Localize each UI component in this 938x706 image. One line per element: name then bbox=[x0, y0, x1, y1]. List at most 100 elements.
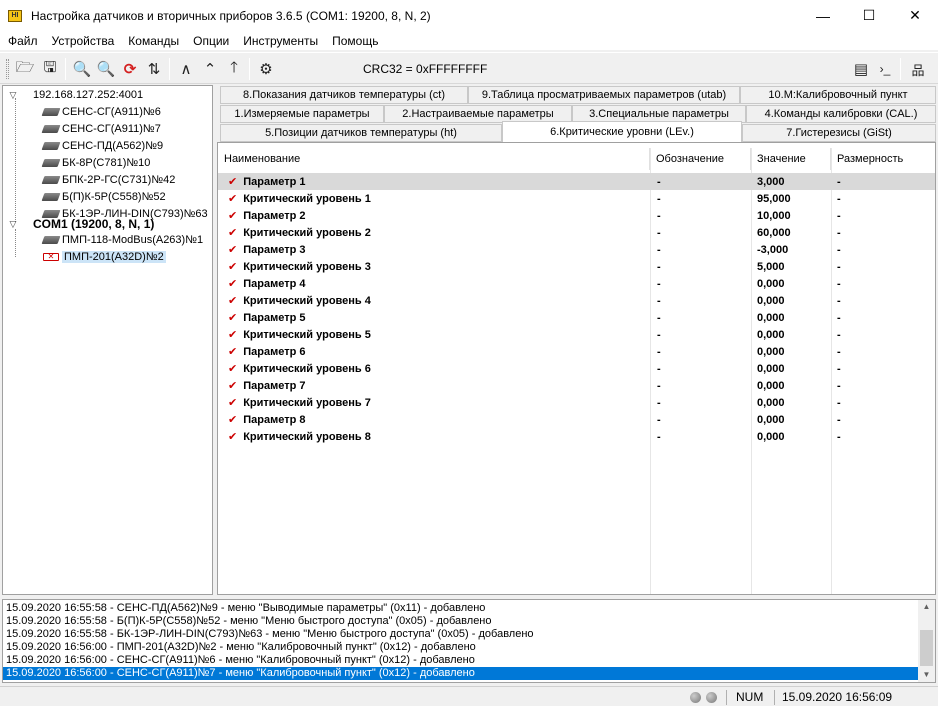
cell-value[interactable]: -3,000 bbox=[757, 241, 788, 258]
table-row[interactable]: ✔ Критический уровень 1 - 95,000 - bbox=[218, 190, 935, 207]
title-bar: HI Настройка датчиков и вторичных прибор… bbox=[0, 0, 938, 31]
column-header-unit[interactable]: Размерность bbox=[831, 148, 935, 170]
cell-value[interactable]: 60,000 bbox=[757, 224, 791, 241]
menu-devices[interactable]: Устройства bbox=[45, 34, 122, 48]
log-line[interactable]: 15.09.2020 16:56:00 - ПМП-201(А32D)№2 - … bbox=[3, 641, 918, 654]
scroll-down-icon[interactable]: ▼ bbox=[918, 668, 935, 682]
tree-node-ip[interactable]: ▽ 192.168.127.252:4001 bbox=[7, 87, 144, 103]
tab-calibration-commands[interactable]: 4.Команды калибровки (CAL.) bbox=[746, 105, 936, 123]
cell-value[interactable]: 3,000 bbox=[757, 173, 785, 190]
arrow-up-icon[interactable]: 🡑 bbox=[224, 59, 244, 79]
table-row[interactable]: ✔ Параметр 2 - 10,000 - bbox=[218, 207, 935, 224]
parameters-table[interactable]: Наименование Обозначение Значение Размер… bbox=[217, 142, 936, 595]
cell-value[interactable]: 5,000 bbox=[757, 258, 785, 275]
table-row[interactable]: ✔ Параметр 1 - 3,000 - bbox=[218, 173, 935, 190]
log-scrollbar[interactable]: ▲ ▼ bbox=[918, 600, 935, 682]
tab-view-table[interactable]: 9.Таблица просматриваемых параметров (ut… bbox=[468, 86, 740, 104]
device-tree[interactable]: ▽ 192.168.127.252:4001 СЕНС-СГ(А911)№6 С… bbox=[2, 85, 213, 595]
scrollbar-thumb[interactable] bbox=[920, 630, 933, 666]
table-row[interactable]: ✔ Критический уровень 5 - 0,000 - bbox=[218, 326, 935, 343]
cell-unit: - bbox=[837, 175, 841, 188]
tree-node-label: СЕНС-СГ(А911)№7 bbox=[62, 123, 161, 135]
open-folder-icon[interactable]: 🗁 bbox=[15, 59, 35, 79]
toolbar-grip[interactable] bbox=[6, 59, 9, 79]
table-row[interactable]: ✔ Параметр 6 - 0,000 - bbox=[218, 343, 935, 360]
log-line-selected[interactable]: 15.09.2020 16:56:00 - СЕНС-СГ(А911)№7 - … bbox=[3, 667, 918, 680]
menu-tools[interactable]: Инструменты bbox=[236, 34, 325, 48]
table-row[interactable]: ✔ Параметр 8 - 0,000 - bbox=[218, 411, 935, 428]
cell-unit: - bbox=[837, 362, 841, 375]
tree-node-device[interactable]: СЕНС-СГ(А911)№7 bbox=[41, 121, 161, 137]
tab-hysteresis[interactable]: 7.Гистерезисы (GiSt) bbox=[742, 124, 936, 142]
cell-value[interactable]: 0,000 bbox=[757, 326, 785, 343]
cell-value[interactable]: 0,000 bbox=[757, 377, 785, 394]
cell-value[interactable]: 0,000 bbox=[757, 292, 785, 309]
log-line[interactable]: 15.09.2020 16:55:58 - БК-1ЭР-ЛИН-DIN(С79… bbox=[3, 628, 918, 641]
tab-temperature-readings[interactable]: 8.Показания датчиков температуры (ct) bbox=[220, 86, 468, 104]
table-row[interactable]: ✔ Критический уровень 6 - 0,000 - bbox=[218, 360, 935, 377]
column-header-symbol[interactable]: Обозначение bbox=[650, 148, 751, 170]
tree-node-com[interactable]: ▽ COM1 (19200, 8, N, 1) bbox=[7, 216, 155, 232]
save-icon[interactable]: 🖫 bbox=[40, 59, 60, 79]
close-button[interactable]: ✕ bbox=[892, 0, 938, 31]
table-row[interactable]: ✔ Критический уровень 3 - 5,000 - bbox=[218, 258, 935, 275]
scroll-up-icon[interactable]: ▲ bbox=[918, 600, 935, 614]
table-row[interactable]: ✔ Параметр 7 - 0,000 - bbox=[218, 377, 935, 394]
tab-calibration-point[interactable]: 10.М:Калибровочный пункт bbox=[740, 86, 936, 104]
tree-node-device[interactable]: ПМП-118-ModBus(А263)№1 bbox=[41, 232, 203, 248]
table-row[interactable]: ✔ Критический уровень 2 - 60,000 - bbox=[218, 224, 935, 241]
cell-value[interactable]: 95,000 bbox=[757, 190, 791, 207]
table-row[interactable]: ✔ Параметр 5 - 0,000 - bbox=[218, 309, 935, 326]
refresh-icon[interactable]: ⟳ bbox=[120, 59, 140, 79]
search-icon[interactable]: 🔍 bbox=[72, 59, 92, 79]
cell-name: ✔ Параметр 7 bbox=[228, 377, 305, 394]
column-header-name[interactable]: Наименование bbox=[218, 148, 650, 170]
table-row[interactable]: ✔ Критический уровень 4 - 0,000 - bbox=[218, 292, 935, 309]
log-line[interactable]: 15.09.2020 16:55:58 - Б(П)К-5Р(С558)№52 … bbox=[3, 615, 918, 628]
cell-value[interactable]: 0,000 bbox=[757, 343, 785, 360]
tree-node-device[interactable]: БК-8Р(С781)№10 bbox=[41, 155, 150, 171]
event-log[interactable]: 15.09.2020 16:55:58 - СЕНС-ПД(А562)№9 - … bbox=[2, 599, 936, 683]
cell-value[interactable]: 0,000 bbox=[757, 360, 785, 377]
tree-node-device[interactable]: БПК-2Р-ГС(С731)№42 bbox=[41, 172, 175, 188]
cell-value[interactable]: 0,000 bbox=[757, 394, 785, 411]
tree-node-device[interactable]: СЕНС-ПД(А562)№9 bbox=[41, 138, 163, 154]
double-chevron-up-icon[interactable]: ⌃ bbox=[200, 59, 220, 79]
tree-node-device-selected[interactable]: ✕ ПМП-201(А32D)№2 bbox=[43, 249, 166, 265]
tree-node-device[interactable]: СЕНС-СГ(А911)№6 bbox=[41, 104, 161, 120]
minimize-button[interactable]: — bbox=[800, 0, 846, 31]
table-row[interactable]: ✔ Критический уровень 7 - 0,000 - bbox=[218, 394, 935, 411]
gears-icon[interactable]: ⚙ bbox=[256, 59, 276, 79]
cell-value[interactable]: 0,000 bbox=[757, 428, 785, 445]
tab-critical-levels[interactable]: 6.Критические уровни (LEv.) bbox=[502, 121, 742, 142]
column-header-value[interactable]: Значение bbox=[751, 148, 831, 170]
network-tree-icon[interactable]: 品 bbox=[908, 59, 928, 79]
window-icon[interactable]: ▤ bbox=[851, 59, 871, 79]
parameter-name: Параметр 3 bbox=[243, 243, 306, 256]
cell-value[interactable]: 0,000 bbox=[757, 275, 785, 292]
collapse-icon[interactable]: ▽ bbox=[7, 90, 19, 101]
table-row[interactable]: ✔ Критический уровень 8 - 0,000 - bbox=[218, 428, 935, 445]
menu-options[interactable]: Опции bbox=[186, 34, 236, 48]
cell-name: ✔ Критический уровень 6 bbox=[228, 360, 371, 377]
tab-temperature-positions[interactable]: 5.Позиции датчиков температуры (ht) bbox=[220, 124, 502, 142]
tree-node-device[interactable]: Б(П)К-5Р(С558)№52 bbox=[41, 189, 166, 205]
maximize-button[interactable]: ☐ bbox=[846, 0, 892, 31]
collapse-icon[interactable]: ▽ bbox=[7, 219, 19, 230]
cell-value[interactable]: 0,000 bbox=[757, 411, 785, 428]
tab-measured-params[interactable]: 1.Измеряемые параметры bbox=[220, 105, 384, 123]
menu-commands[interactable]: Команды bbox=[121, 34, 186, 48]
table-row[interactable]: ✔ Параметр 4 - 0,000 - bbox=[218, 275, 935, 292]
log-line[interactable]: 15.09.2020 16:56:00 - СЕНС-СГ(А911)№6 - … bbox=[3, 654, 918, 667]
cell-value[interactable]: 10,000 bbox=[757, 207, 791, 224]
cell-value[interactable]: 0,000 bbox=[757, 309, 785, 326]
log-line[interactable]: 15.09.2020 16:55:58 - СЕНС-ПД(А562)№9 - … bbox=[3, 602, 918, 615]
sort-icon[interactable]: ⇅ bbox=[144, 59, 164, 79]
terminal-icon[interactable]: ›_ bbox=[875, 59, 895, 79]
menu-help[interactable]: Помощь bbox=[325, 34, 385, 48]
cell-unit: - bbox=[837, 345, 841, 358]
menu-file[interactable]: Файл bbox=[0, 34, 45, 48]
search-settings-icon[interactable]: 🔍 bbox=[96, 59, 116, 79]
chevron-up-icon[interactable]: ∧ bbox=[176, 59, 196, 79]
table-row[interactable]: ✔ Параметр 3 - -3,000 - bbox=[218, 241, 935, 258]
